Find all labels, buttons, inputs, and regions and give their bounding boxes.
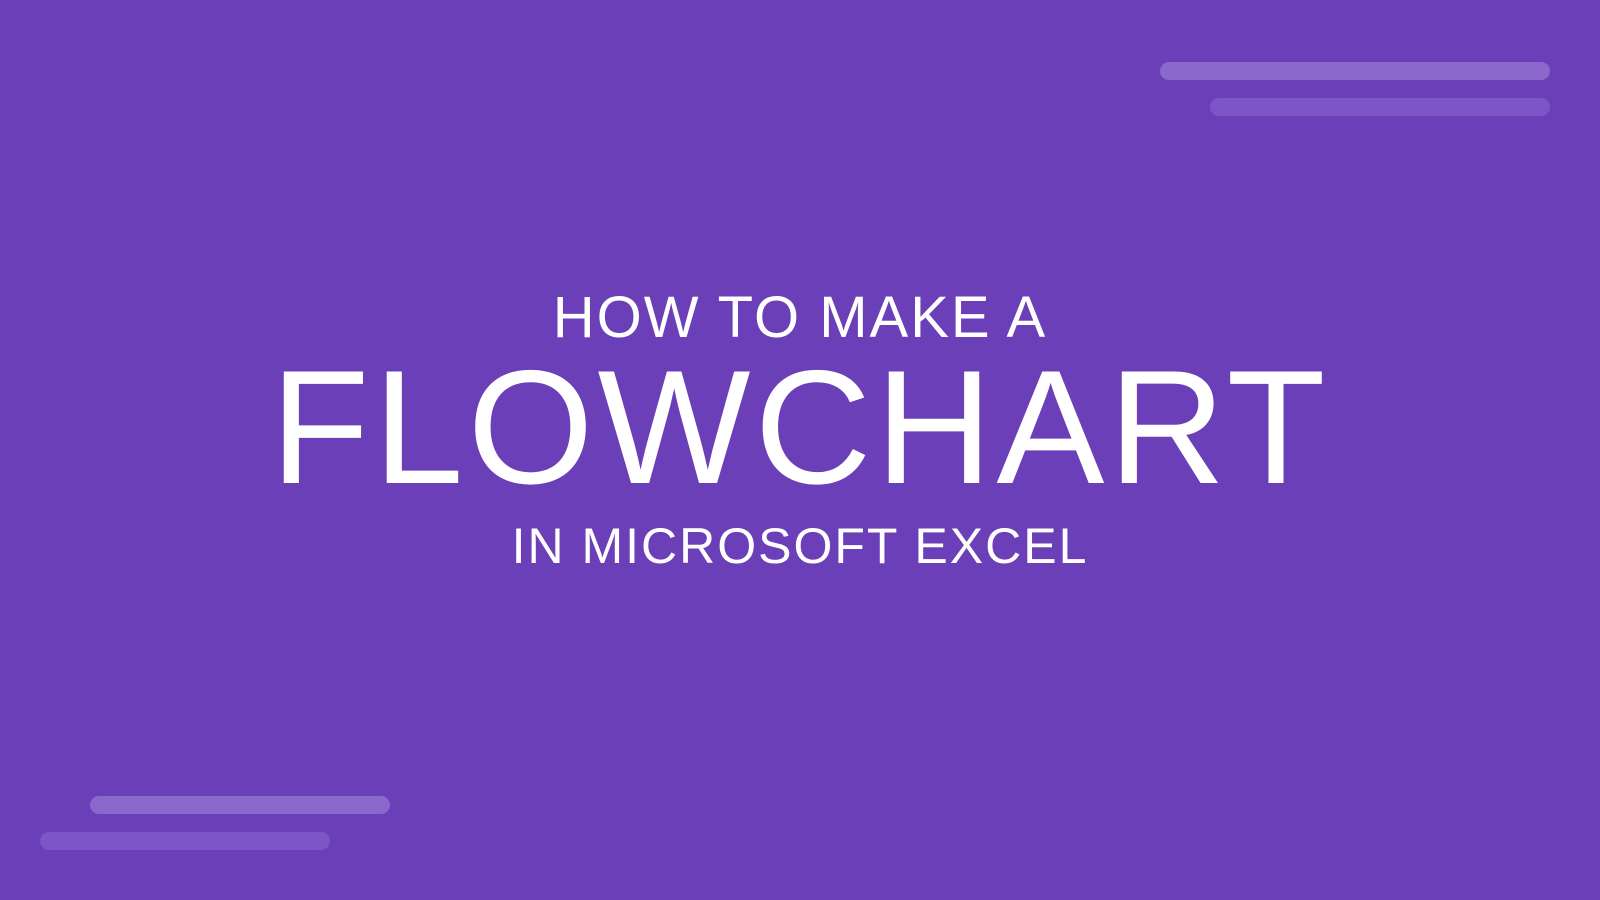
accent-bar [1160, 62, 1550, 80]
accent-bar [40, 832, 330, 850]
title-subtext: IN MICROSOFT EXCEL [270, 521, 1329, 571]
accent-top-right [1130, 62, 1550, 116]
title-main: FLOWCHART [270, 343, 1329, 513]
accent-bottom-left [40, 796, 390, 850]
title-block: HOW TO MAKE A FLOWCHART IN MICROSOFT EXC… [270, 289, 1329, 571]
accent-bar [1210, 98, 1550, 116]
accent-bar [90, 796, 390, 814]
